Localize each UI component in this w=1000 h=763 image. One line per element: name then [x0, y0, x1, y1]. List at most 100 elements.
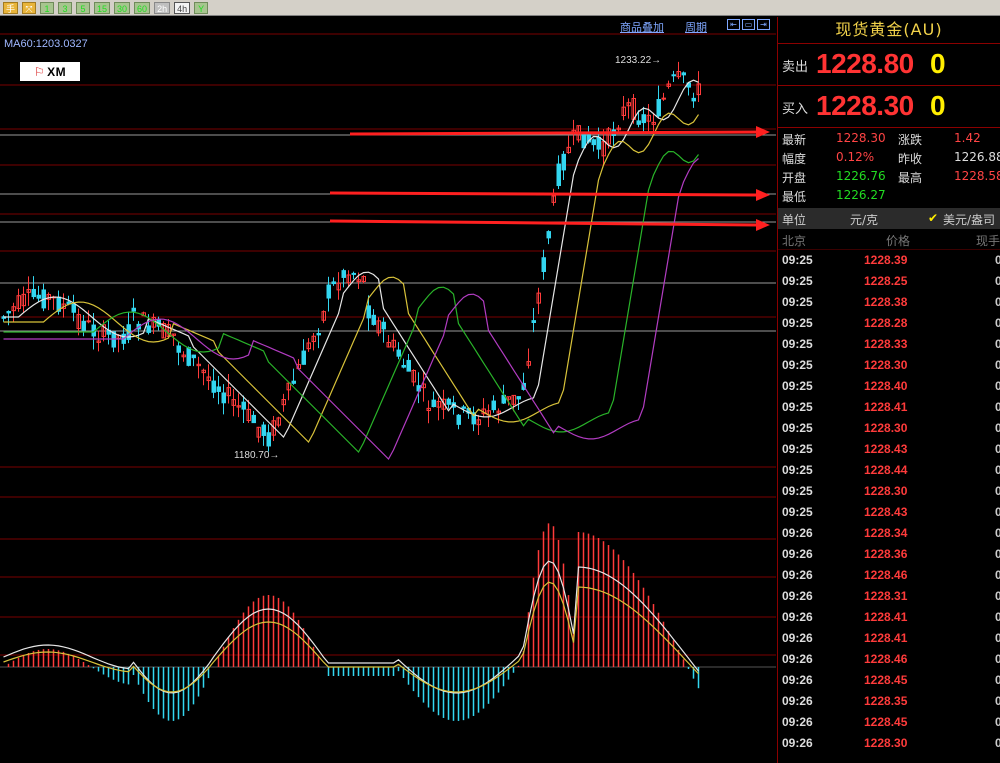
- candle-body: [431, 399, 436, 408]
- tick-row: 09:25 1228.39 0: [778, 250, 1000, 271]
- sell-price: 1228.80: [816, 48, 914, 79]
- stat-label: 最高: [898, 171, 923, 185]
- tick-volume: 0: [995, 568, 1000, 582]
- unit-cny[interactable]: 元/克: [850, 211, 878, 228]
- period-button[interactable]: 1: [40, 1, 55, 14]
- annotation-arrow: [329, 191, 759, 197]
- ma-readout: MA60:1203.0327: [4, 38, 88, 50]
- stat-row: 最新 1228.30 涨跌 1.42: [778, 129, 1000, 148]
- tick-time: 09:25: [782, 358, 813, 372]
- candle-body: [671, 74, 676, 77]
- tick-time: 09:26: [782, 547, 813, 561]
- candle-body: [366, 305, 371, 319]
- tick-price: 1228.30: [864, 484, 908, 498]
- period-button[interactable]: ⤧: [22, 1, 37, 14]
- stat-label: 开盘: [782, 171, 807, 185]
- high-price-label: 1233.22→: [615, 55, 662, 66]
- stat-value: 1228.30: [836, 131, 886, 145]
- candle-body: [221, 392, 226, 404]
- unit-selector[interactable]: 单位 元/克 ✔ 美元/盎司: [778, 208, 1000, 229]
- candle-body: [241, 401, 246, 410]
- tick-time: 09:26: [782, 610, 813, 624]
- candle-body: [71, 303, 76, 313]
- candle-body: [381, 321, 386, 330]
- tick-price: 1228.43: [864, 505, 908, 519]
- tick-volume: 0: [995, 274, 1000, 288]
- tick-price: 1228.39: [864, 253, 908, 267]
- next-icon[interactable]: ⇥: [757, 19, 770, 30]
- tick-row: 09:25 1228.43 0: [778, 439, 1000, 460]
- tick-row: 09:26 1228.30 0: [778, 733, 1000, 754]
- tick-row: 09:25 1228.30 0: [778, 355, 1000, 376]
- tick-volume: 0: [995, 715, 1000, 729]
- tick-volume: 0: [995, 253, 1000, 267]
- stat-row: 幅度 0.12% 昨收 1226.88: [778, 148, 1000, 167]
- annotation-arrowhead: [756, 219, 770, 231]
- unit-usd[interactable]: 美元/盎司: [943, 211, 995, 228]
- tick-row: 09:26 1228.34 0: [778, 523, 1000, 544]
- tick-time: 09:25: [782, 316, 813, 330]
- tick-volume: 0: [995, 736, 1000, 750]
- stats-table: 最新 1228.30 涨跌 1.42 幅度 0.12% 昨收 1226.88 开盘 1226.76…: [778, 128, 1000, 205]
- tick-volume: 0: [995, 400, 1000, 414]
- stat-value: 1226.88: [954, 150, 1000, 164]
- candle-body: [596, 136, 601, 150]
- candle-body: [681, 72, 686, 76]
- period-button[interactable]: 60: [134, 1, 151, 14]
- tick-volume: 0: [995, 295, 1000, 309]
- candle-body: [211, 380, 216, 393]
- period-toolbar: 手 ⤧ 1 3 5 15 30 60 2h 4h Y: [0, 0, 1000, 16]
- stat-value: 1226.27: [836, 188, 886, 202]
- tick-time: 09:26: [782, 673, 813, 687]
- period-link[interactable]: 周期: [685, 19, 707, 35]
- tick-price: 1228.28: [864, 316, 908, 330]
- buy-row[interactable]: 买入 1228.30 0: [778, 86, 1000, 128]
- tick-row: 09:25 1228.44 0: [778, 460, 1000, 481]
- tick-price: 1228.38: [864, 295, 908, 309]
- period-button[interactable]: 2h: [154, 1, 171, 14]
- xm-logo-text: XM: [47, 64, 67, 79]
- kline-chart[interactable]: [0, 17, 776, 763]
- period-button[interactable]: Y: [194, 1, 209, 14]
- tick-price: 1228.41: [864, 610, 908, 624]
- check-icon: ✔: [928, 211, 939, 225]
- period-button[interactable]: 4h: [174, 1, 191, 14]
- candle-body: [661, 97, 666, 100]
- prev-icon[interactable]: ⇤: [727, 19, 740, 30]
- tick-volume: 0: [995, 673, 1000, 687]
- tick-time: 09:25: [782, 337, 813, 351]
- ma-line-green: [3, 150, 699, 453]
- restore-icon[interactable]: ▭: [742, 19, 755, 30]
- stat-label: 涨跌: [898, 133, 923, 147]
- candle-body: [561, 153, 566, 171]
- buy-price: 1228.30: [816, 90, 914, 121]
- ticks-list[interactable]: 09:251228.39009:251228.25009:251228.3800…: [778, 250, 1000, 754]
- ticks-header-time: 北京: [782, 234, 807, 248]
- period-button[interactable]: 手: [3, 1, 19, 14]
- stat-value: 1226.76: [836, 169, 886, 183]
- buy-volume: 0: [930, 90, 946, 121]
- overlay-link[interactable]: 商品叠加: [620, 19, 664, 35]
- period-button[interactable]: 15: [94, 1, 111, 14]
- unit-label: 单位: [782, 213, 807, 227]
- stat-value: 0.12%: [836, 150, 875, 164]
- tick-time: 09:26: [782, 568, 813, 582]
- tick-row: 09:26 1228.45 0: [778, 712, 1000, 733]
- tick-price: 1228.31: [864, 589, 908, 603]
- candle-body: [341, 270, 346, 278]
- candle-body: [31, 288, 36, 298]
- tick-price: 1228.25: [864, 274, 908, 288]
- candle-body: [461, 406, 466, 409]
- sell-row[interactable]: 卖出 1228.80 0: [778, 44, 1000, 86]
- period-button[interactable]: 3: [58, 1, 73, 14]
- tick-price: 1228.30: [864, 421, 908, 435]
- period-button[interactable]: 30: [114, 1, 131, 14]
- candle-body: [516, 396, 521, 400]
- tick-price: 1228.36: [864, 547, 908, 561]
- candle-body: [81, 320, 86, 331]
- kline-chart-pane[interactable]: MA60:1203.0327 ⚐ XM 商品叠加 周期 ⇤ ▭ ⇥ 1233.22…: [0, 17, 776, 763]
- buy-label: 买入: [782, 102, 809, 117]
- xm-logo: ⚐ XM: [20, 62, 80, 81]
- period-button[interactable]: 5: [76, 1, 91, 14]
- candle-body: [216, 386, 221, 392]
